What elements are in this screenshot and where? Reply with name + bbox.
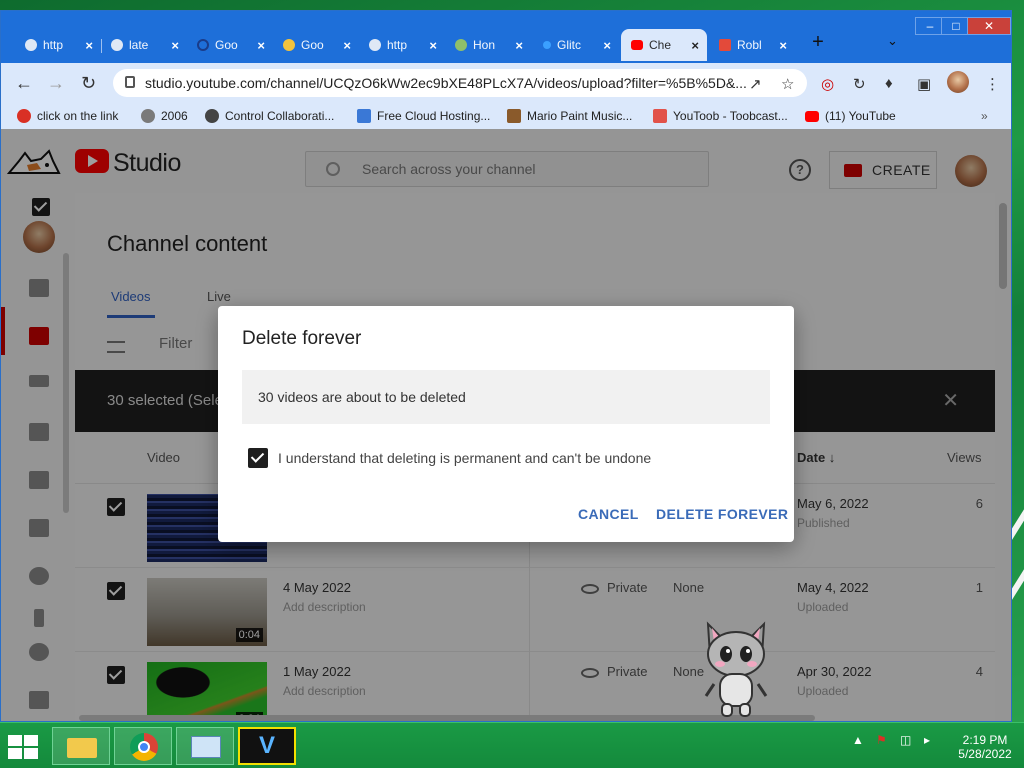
profile-avatar[interactable]: [947, 71, 969, 93]
bookmark-item[interactable]: (11) YouTube: [805, 109, 896, 123]
bookmarks-bar: click on the link 2006 Control Collabora…: [1, 103, 1011, 129]
bookmark-item[interactable]: Mario Paint Music...: [507, 109, 632, 123]
extensions-puzzle-icon[interactable]: ♦: [885, 75, 893, 92]
more-bookmarks-icon[interactable]: »: [981, 109, 988, 123]
page-icon: [111, 39, 123, 51]
browser-tab[interactable]: http ×: [359, 29, 445, 61]
forward-arrow-icon[interactable]: →: [47, 73, 65, 94]
error-icon: [17, 109, 31, 123]
share-icon[interactable]: ↗: [749, 75, 762, 93]
glitch-icon: [543, 41, 551, 49]
loading-icon: [197, 39, 209, 51]
bookmark-item[interactable]: 2006: [141, 109, 188, 123]
back-arrow-icon[interactable]: ←: [15, 73, 33, 94]
browser-tab[interactable]: Robl ×: [709, 29, 795, 61]
browser-menu-icon[interactable]: ⋮: [985, 75, 1000, 93]
new-tab-button[interactable]: +: [807, 31, 829, 53]
close-tab-icon[interactable]: ×: [603, 38, 611, 53]
dialog-message: 30 videos are about to be deleted: [242, 370, 770, 424]
dialog-title: Delete forever: [242, 328, 362, 349]
delete-forever-button[interactable]: DELETE FOREVER: [656, 506, 788, 522]
tab-search-chevron-icon[interactable]: ⌄: [887, 33, 898, 49]
task-manager-icon[interactable]: [176, 727, 234, 765]
bookmark-item[interactable]: click on the link: [17, 109, 118, 123]
bookmark-item[interactable]: YouToob - Toobcast...: [653, 109, 788, 123]
site-icon: [205, 109, 219, 123]
understand-checkbox[interactable]: [248, 448, 268, 468]
cat-mascot-icon: [704, 621, 768, 717]
bookmark-star-icon[interactable]: ☆: [781, 75, 794, 93]
url-text: studio.youtube.com/channel/UCQzO6kWw2ec9…: [145, 75, 747, 91]
page-icon: [25, 39, 37, 51]
volume-muted-icon[interactable]: ▸: [924, 733, 930, 747]
cancel-button[interactable]: CANCEL: [578, 506, 639, 522]
refresh-extension-icon[interactable]: ↻: [853, 75, 866, 93]
chrome-icon[interactable]: [114, 727, 172, 765]
youtube-icon: [805, 110, 819, 122]
tab-strip: http × late × Goo × Goo × http × Hon × Glitc × …: [1, 11, 1011, 63]
windows-taskbar: V ▲ ⚑ ◫ ▸ 2:19 PM 5/28/2022: [0, 722, 1024, 768]
file-explorer-icon[interactable]: [52, 727, 110, 765]
close-window-button[interactable]: ✕: [967, 17, 1011, 35]
drive-icon: [283, 39, 295, 51]
system-clock[interactable]: 2:19 PM 5/28/2022: [950, 733, 1020, 761]
network-icon[interactable]: ◫: [900, 733, 911, 747]
reload-icon[interactable]: ↻: [81, 73, 96, 94]
browser-tab[interactable]: late ×: [101, 29, 187, 61]
close-tab-icon[interactable]: ×: [515, 38, 523, 53]
youtube-icon: [631, 40, 643, 50]
roblox-icon: [719, 39, 731, 51]
network-flag-icon[interactable]: ⚑: [876, 733, 887, 747]
bookmark-item[interactable]: Free Cloud Hosting...: [357, 109, 490, 123]
globe-icon: [141, 109, 155, 123]
browser-tab[interactable]: Goo ×: [273, 29, 359, 61]
page-icon: [369, 39, 381, 51]
cloud-hosting-icon: [357, 109, 371, 123]
windows-start-icon[interactable]: [8, 735, 40, 759]
close-tab-icon[interactable]: ×: [257, 38, 265, 53]
close-tab-icon[interactable]: ×: [85, 38, 93, 53]
close-tab-icon[interactable]: ×: [429, 38, 437, 53]
bookmark-item[interactable]: Control Collaborati...: [205, 109, 334, 123]
show-hidden-icons[interactable]: ▲: [852, 733, 864, 747]
lock-icon: [125, 76, 135, 88]
vegas-icon[interactable]: V: [238, 727, 296, 765]
understand-checkbox-label[interactable]: I understand that deleting is permanent …: [278, 450, 651, 466]
side-panel-icon[interactable]: ▣: [917, 75, 931, 93]
mario-paint-icon: [507, 109, 521, 123]
close-tab-icon[interactable]: ×: [343, 38, 351, 53]
toobcast-icon: [653, 109, 667, 123]
address-bar-row: ← → ↻ studio.youtube.com/channel/UCQzO6k…: [1, 63, 1011, 103]
browser-tab-active[interactable]: Che ×: [621, 29, 707, 61]
close-tab-icon[interactable]: ×: [691, 38, 699, 53]
browser-tab[interactable]: http ×: [15, 29, 101, 61]
url-field[interactable]: studio.youtube.com/channel/UCQzO6kWw2ec9…: [113, 69, 807, 97]
site-icon: [455, 39, 467, 51]
browser-tab[interactable]: Glitc ×: [533, 29, 619, 61]
browser-tab[interactable]: Goo ×: [187, 29, 273, 61]
browser-tab[interactable]: Hon ×: [445, 29, 531, 61]
close-tab-icon[interactable]: ×: [171, 38, 179, 53]
close-tab-icon[interactable]: ×: [779, 38, 787, 53]
target-extension-icon[interactable]: ◎: [821, 75, 834, 93]
delete-forever-dialog: Delete forever 30 videos are about to be…: [218, 306, 794, 542]
